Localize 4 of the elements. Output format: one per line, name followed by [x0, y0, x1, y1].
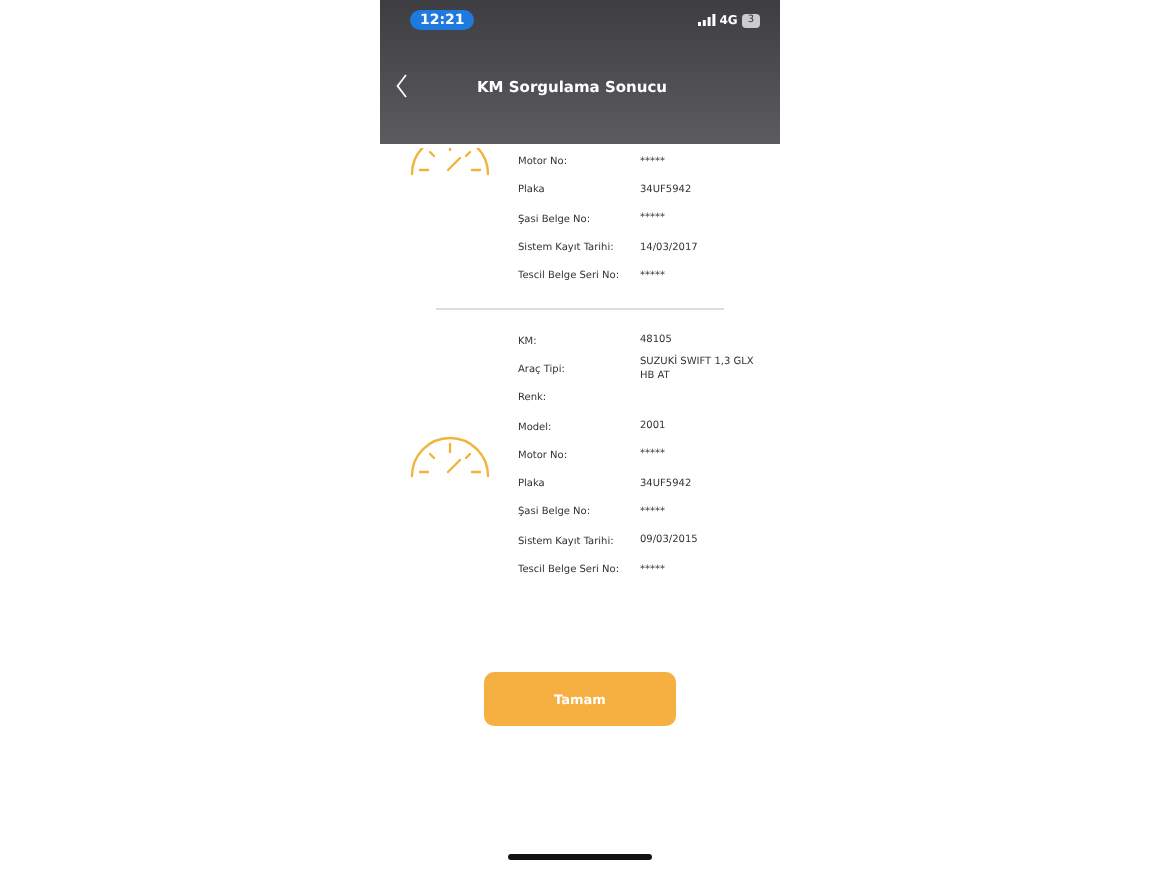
home-indicator	[508, 854, 652, 860]
gauge-icon	[410, 433, 490, 478]
signal-icon	[697, 14, 716, 26]
back-icon[interactable]	[396, 74, 408, 98]
